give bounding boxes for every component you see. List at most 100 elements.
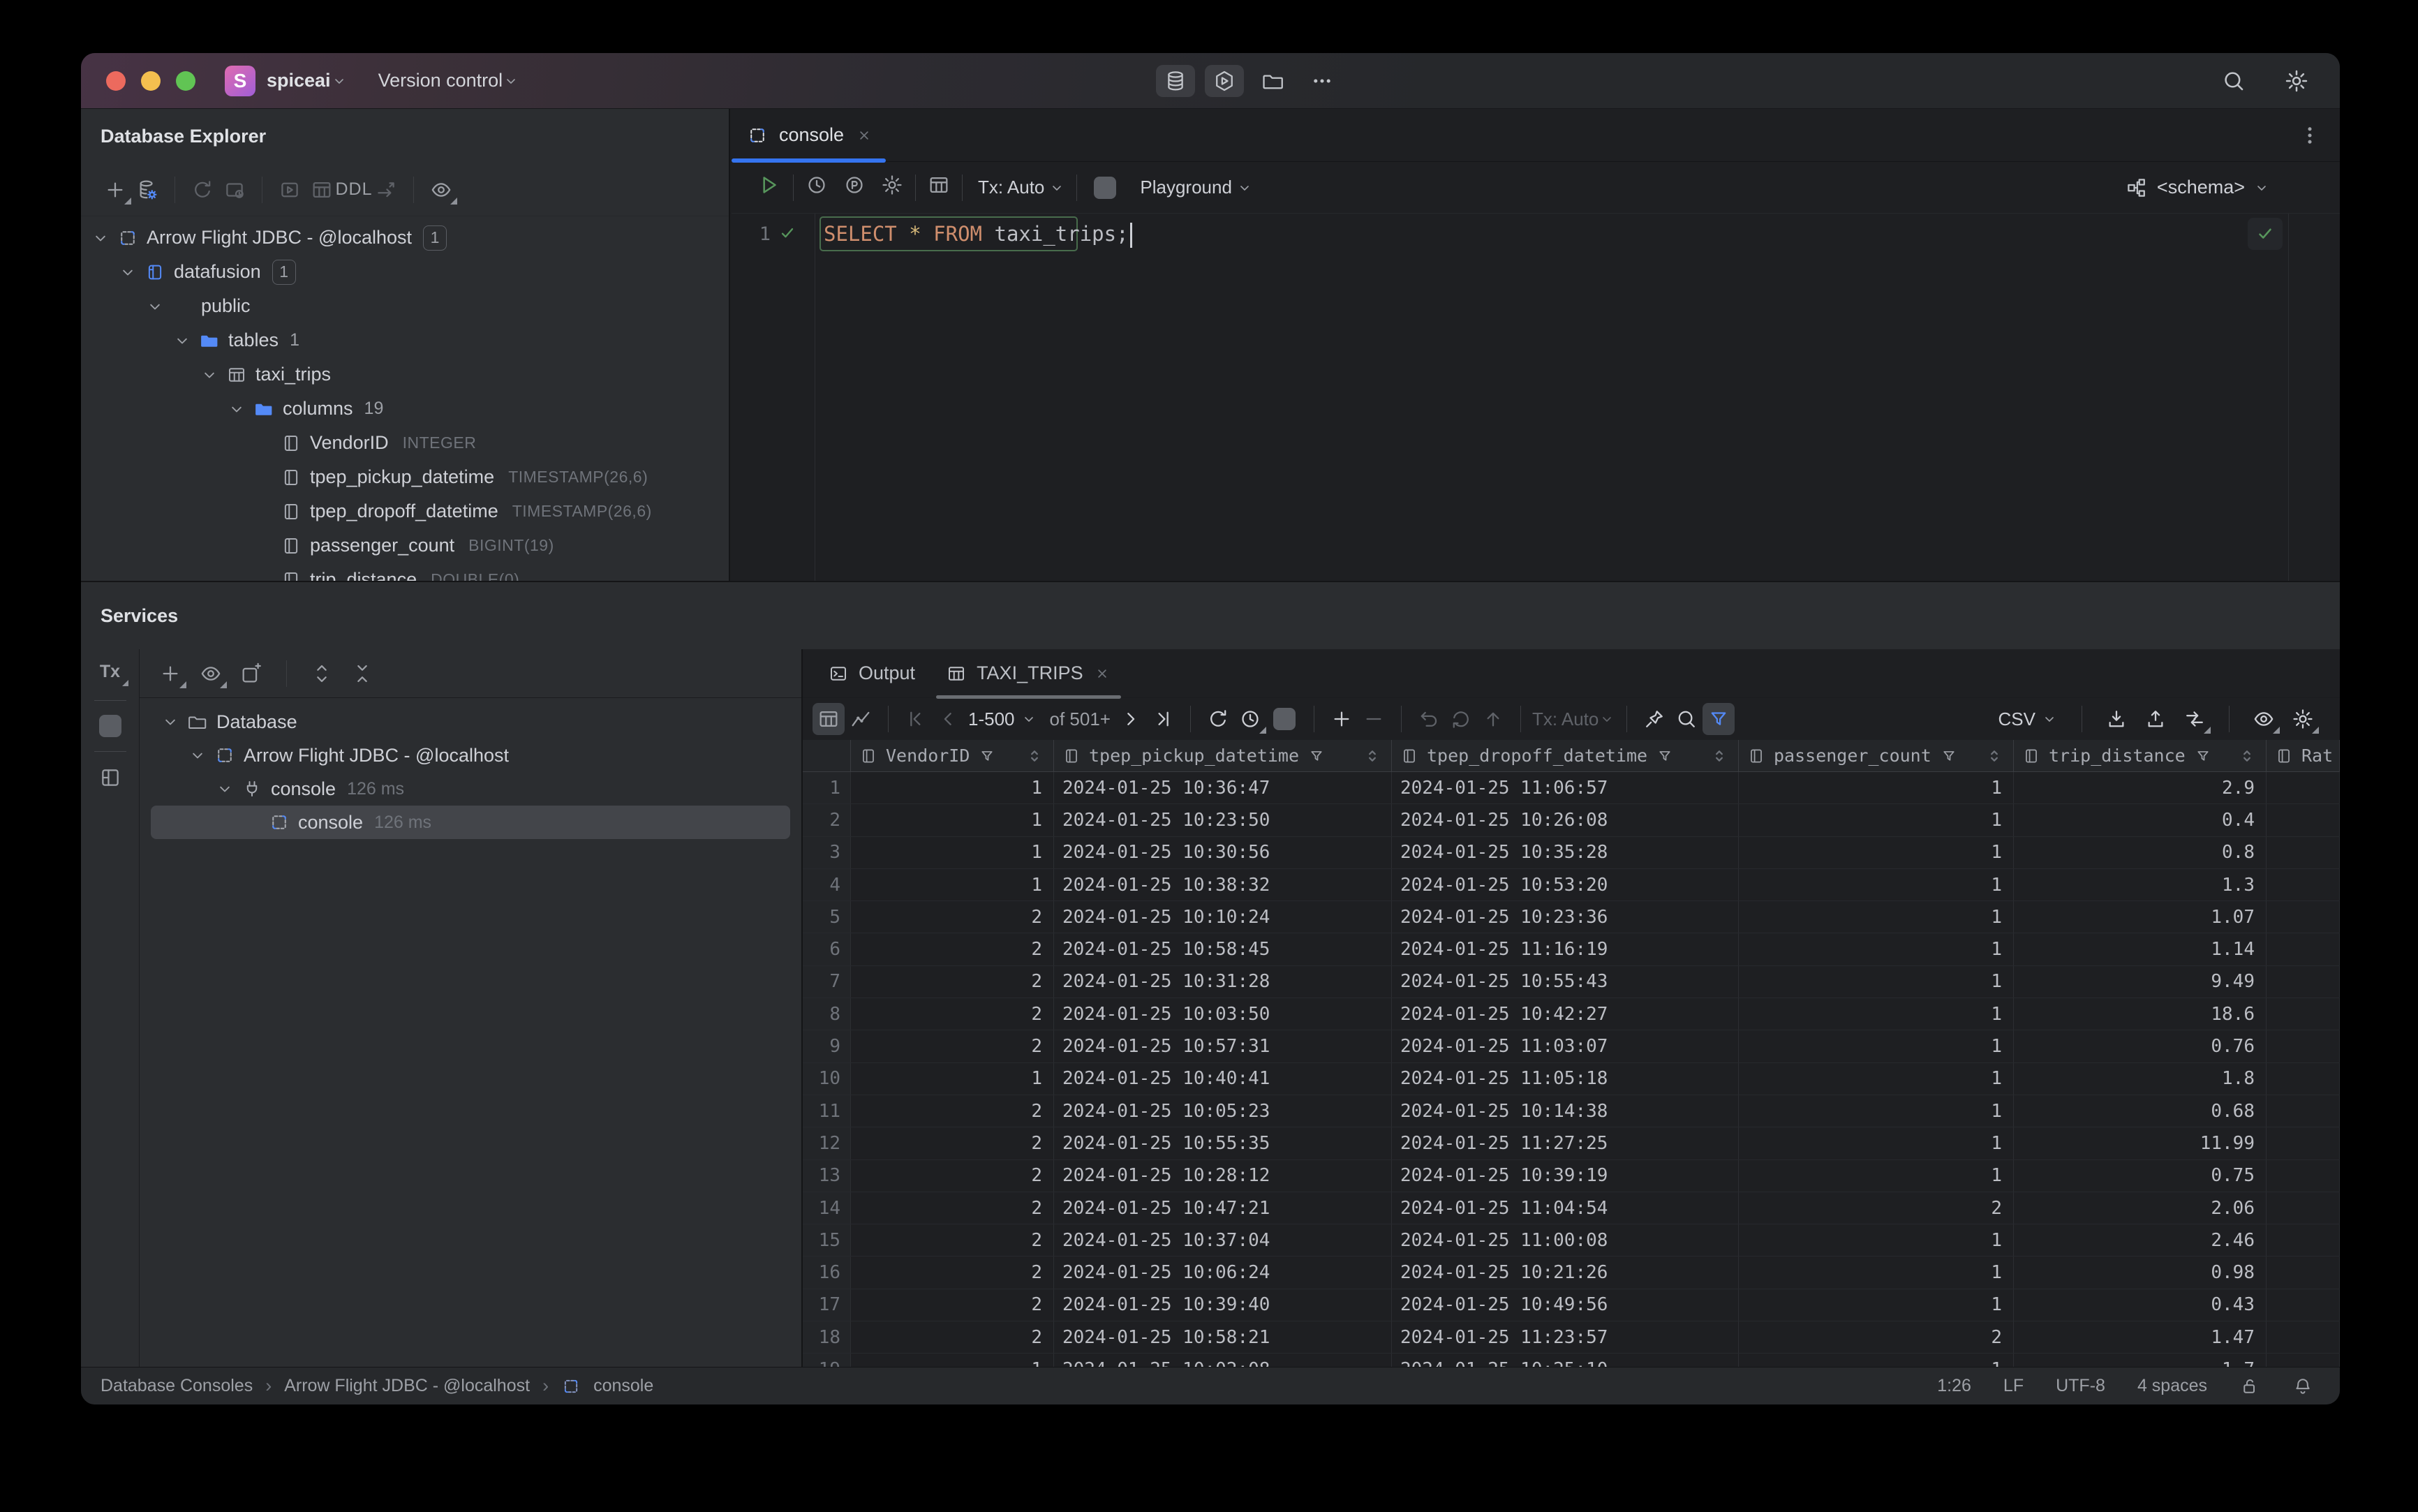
cell[interactable]: 2024-01-25 10:06:24 (1054, 1257, 1392, 1289)
datasource-properties-button[interactable] (131, 174, 163, 206)
stop-button[interactable] (1094, 176, 1117, 199)
cell[interactable]: 2024-01-25 10:55:35 (1054, 1127, 1392, 1159)
data-transfer-button[interactable] (2179, 703, 2211, 735)
cell[interactable] (2267, 1030, 2340, 1062)
cell[interactable] (2267, 933, 2340, 965)
cell[interactable]: 2024-01-25 10:02:08 (1054, 1354, 1392, 1367)
chevron-down-icon[interactable] (172, 331, 192, 350)
cell[interactable]: 1 (1739, 1289, 2014, 1321)
version-control-menu[interactable]: Version control (378, 70, 503, 91)
cell[interactable]: 1.47 (2014, 1321, 2267, 1354)
cell[interactable]: 2024-01-25 10:05:23 (1054, 1095, 1392, 1127)
more-tool-windows-button[interactable] (1303, 65, 1342, 97)
chevron-down-icon[interactable] (161, 712, 180, 732)
sort-icon[interactable] (1982, 744, 2006, 768)
caret-position[interactable]: 1:26 (1937, 1376, 1971, 1396)
cell[interactable]: 11.99 (2014, 1127, 2267, 1159)
cell[interactable]: 1 (1739, 1354, 2014, 1367)
cell[interactable]: 2024-01-25 10:23:50 (1054, 804, 1392, 836)
cell[interactable]: 2024-01-25 10:21:26 (1392, 1257, 1739, 1289)
query-history-button[interactable] (805, 173, 829, 202)
cell[interactable]: 1.07 (2014, 901, 2267, 933)
filter-funnel-icon[interactable] (1307, 747, 1326, 765)
cell[interactable]: 1 (851, 868, 1054, 901)
jump-to-ddl-button[interactable] (370, 174, 402, 206)
console-settings-button[interactable] (880, 173, 904, 202)
cell[interactable]: 2 (851, 1192, 1054, 1224)
detach-session-button[interactable] (218, 174, 251, 206)
tree-item-console[interactable]: console 126 ms (151, 806, 790, 839)
pin-tab-button[interactable] (1638, 703, 1670, 735)
cell[interactable]: 2 (851, 1095, 1054, 1127)
tab-taxi-trips[interactable]: TAXI_TRIPS (930, 649, 1127, 699)
split-layout-icon[interactable] (98, 766, 122, 790)
filter-funnel-icon[interactable] (1940, 747, 1958, 765)
cell[interactable]: 2 (851, 1321, 1054, 1354)
file-encoding[interactable]: UTF-8 (2056, 1376, 2105, 1396)
view-options-button[interactable] (2248, 703, 2280, 735)
column-header-trip_distance[interactable]: trip_distance (2014, 740, 2267, 771)
cell[interactable]: 18.6 (2014, 998, 2267, 1030)
cell[interactable]: 2024-01-25 10:42:27 (1392, 998, 1739, 1030)
cell[interactable]: 2024-01-25 10:47:21 (1054, 1192, 1392, 1224)
search-everywhere-button[interactable] (2214, 65, 2253, 97)
cell[interactable] (2267, 1062, 2340, 1095)
cell[interactable]: 1 (1739, 1127, 2014, 1159)
chevron-down-icon[interactable] (118, 262, 138, 282)
table-row[interactable]: 15 2 2024-01-25 10:37:04 2024-01-25 11:00:0… (803, 1224, 2340, 1257)
tree-item-tables[interactable]: tables 1 (81, 323, 729, 357)
cell[interactable]: 2024-01-25 11:06:57 (1392, 772, 1739, 804)
tab-output[interactable]: Output (813, 649, 930, 697)
lock-icon[interactable] (2239, 1376, 2260, 1397)
line-separator[interactable]: LF (2003, 1376, 2024, 1396)
sort-icon[interactable] (2235, 744, 2259, 768)
find-button[interactable] (1670, 703, 1703, 735)
open-console-button[interactable] (274, 174, 306, 206)
project-files-button[interactable] (1254, 65, 1293, 97)
cell[interactable]: 0.76 (2014, 1030, 2267, 1062)
tree-item-tpep-pickup-datetime[interactable]: tpep_pickup_datetime TIMESTAMP(26,6) (81, 460, 729, 494)
cell[interactable]: 1 (1739, 804, 2014, 836)
stop-query-button[interactable] (1273, 708, 1296, 730)
breadcrumb[interactable]: Database Consoles › Arrow Flight JDBC - … (101, 1375, 653, 1397)
cell[interactable]: 1 (851, 1062, 1054, 1095)
refresh-button[interactable] (186, 174, 218, 206)
cell[interactable]: 2024-01-25 10:55:43 (1392, 965, 1739, 998)
maximize-window-button[interactable] (176, 71, 195, 91)
cell[interactable]: 1 (1739, 933, 2014, 965)
table-row[interactable]: 17 2 2024-01-25 10:39:40 2024-01-25 10:49:5… (803, 1289, 2340, 1322)
cell[interactable] (2267, 772, 2340, 804)
cell[interactable]: 1 (1739, 868, 2014, 901)
column-header-vendorid[interactable]: VendorID (851, 740, 1054, 771)
chevron-down-icon[interactable] (91, 228, 110, 248)
table-row[interactable]: 1912024-01-25 10:02:082024-01-25 10:25:1… (803, 1354, 2340, 1367)
cell[interactable]: 2024-01-25 10:38:32 (1054, 868, 1392, 901)
cell[interactable]: 2 (851, 965, 1054, 998)
cell[interactable]: 0.68 (2014, 1095, 2267, 1127)
view-data-button[interactable] (306, 174, 338, 206)
tree-item-database[interactable]: Database (151, 705, 790, 739)
result-grid[interactable]: VendorID tpep_pickup_datetime tpep_dropoff… (803, 740, 2340, 1367)
revert-button[interactable] (1445, 703, 1477, 735)
table-row[interactable]: 5 2 2024-01-25 10:10:24 2024-01-25 10:23:36… (803, 901, 2340, 934)
cell[interactable] (2267, 1159, 2340, 1192)
grid-view-button[interactable] (813, 703, 845, 735)
sort-icon[interactable] (1360, 744, 1384, 768)
table-row[interactable]: 18 2 2024-01-25 10:58:21 2024-01-25 11:23:5… (803, 1321, 2340, 1354)
cell[interactable]: 2 (851, 1030, 1054, 1062)
cell[interactable] (2267, 1192, 2340, 1224)
cell[interactable]: 2024-01-25 10:58:21 (1054, 1321, 1392, 1354)
cell[interactable]: 1 (851, 772, 1054, 804)
cell[interactable]: 2024-01-25 10:35:28 (1392, 836, 1739, 868)
cell[interactable] (2267, 965, 2340, 998)
import-data-button[interactable] (2139, 703, 2172, 735)
tab-console[interactable]: console (732, 109, 891, 163)
cell[interactable]: 1 (1739, 772, 2014, 804)
export-data-button[interactable] (2100, 703, 2133, 735)
table-row[interactable]: 6 2 2024-01-25 10:58:45 2024-01-25 11:16:19… (803, 933, 2340, 966)
services-tool-button[interactable] (1205, 64, 1244, 97)
cell[interactable]: 2 (851, 901, 1054, 933)
next-page-button[interactable] (1115, 703, 1147, 735)
cell[interactable] (2267, 1354, 2340, 1367)
cell[interactable]: 2024-01-25 10:30:56 (1054, 836, 1392, 868)
